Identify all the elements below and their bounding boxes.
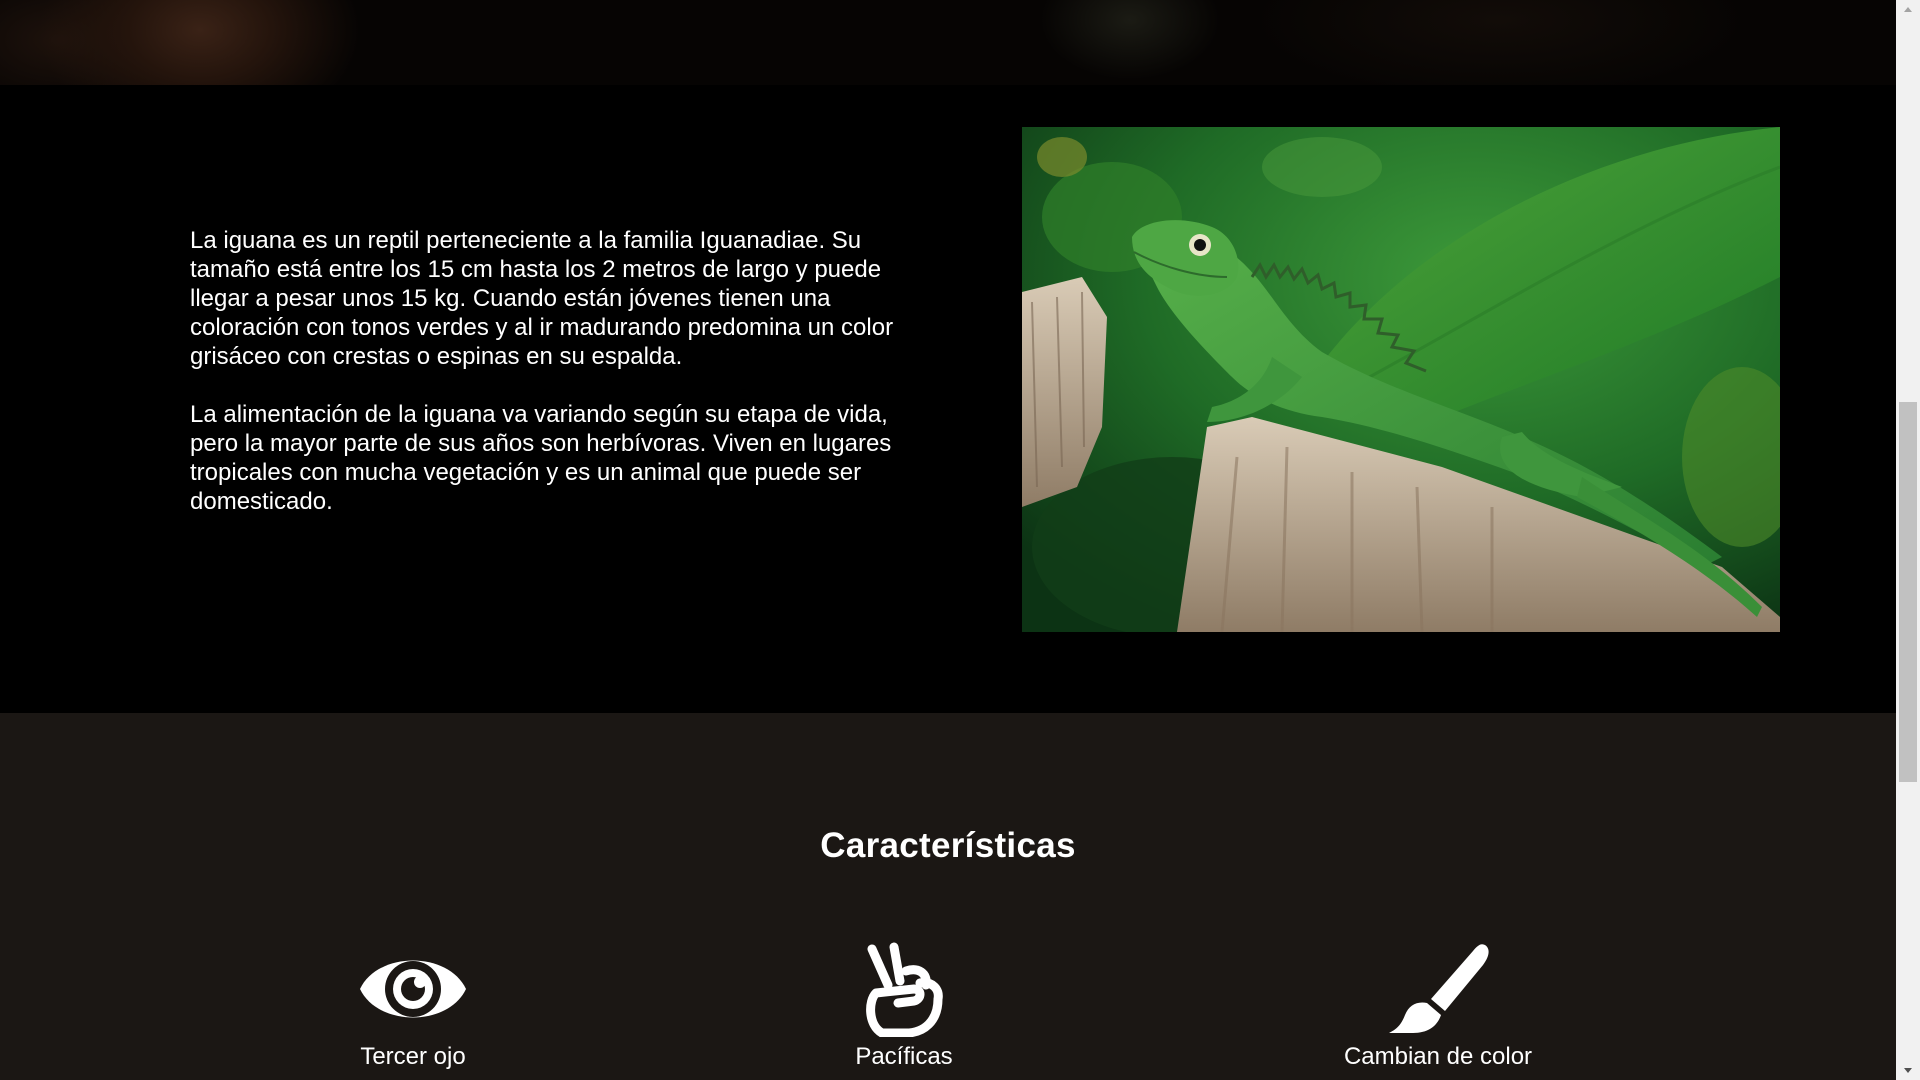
eye-icon (360, 960, 466, 1018)
feature-label-peaceful: Pacíficas (855, 1043, 953, 1070)
page-scrollbar[interactable] (1896, 0, 1920, 1080)
features-section: Características Tercer ojo Pacíficas Cam… (0, 713, 1896, 1080)
intro-section: La iguana es un reptil perteneciente a l… (0, 85, 1896, 713)
scroll-down-arrow[interactable] (1896, 1060, 1920, 1080)
feature-label-color-change: Cambian de color (1343, 1043, 1533, 1070)
intro-paragraph-2: La alimentación de la iguana va variando… (190, 401, 892, 515)
hero-image-bottom (0, 0, 1896, 85)
iguana-photo (1022, 127, 1780, 632)
feature-peaceful: Pacíficas (754, 941, 1054, 1071)
feature-label-third-eye: Tercer ojo (360, 1043, 466, 1070)
paintbrush-icon (1389, 944, 1489, 1033)
intro-text: La iguana es un reptil perteneciente a l… (190, 226, 910, 516)
intro-paragraph-1: La iguana es un reptil perteneciente a l… (190, 227, 894, 370)
feature-third-eye: Tercer ojo (263, 941, 563, 1071)
feature-color-change: Cambian de color (1288, 941, 1588, 1071)
scrollbar-thumb[interactable] (1899, 402, 1917, 782)
scroll-up-arrow[interactable] (1896, 0, 1920, 20)
page: La iguana es un reptil perteneciente a l… (0, 0, 1920, 1080)
peace-hand-icon (866, 942, 943, 1037)
features-title: Características (820, 826, 1076, 865)
